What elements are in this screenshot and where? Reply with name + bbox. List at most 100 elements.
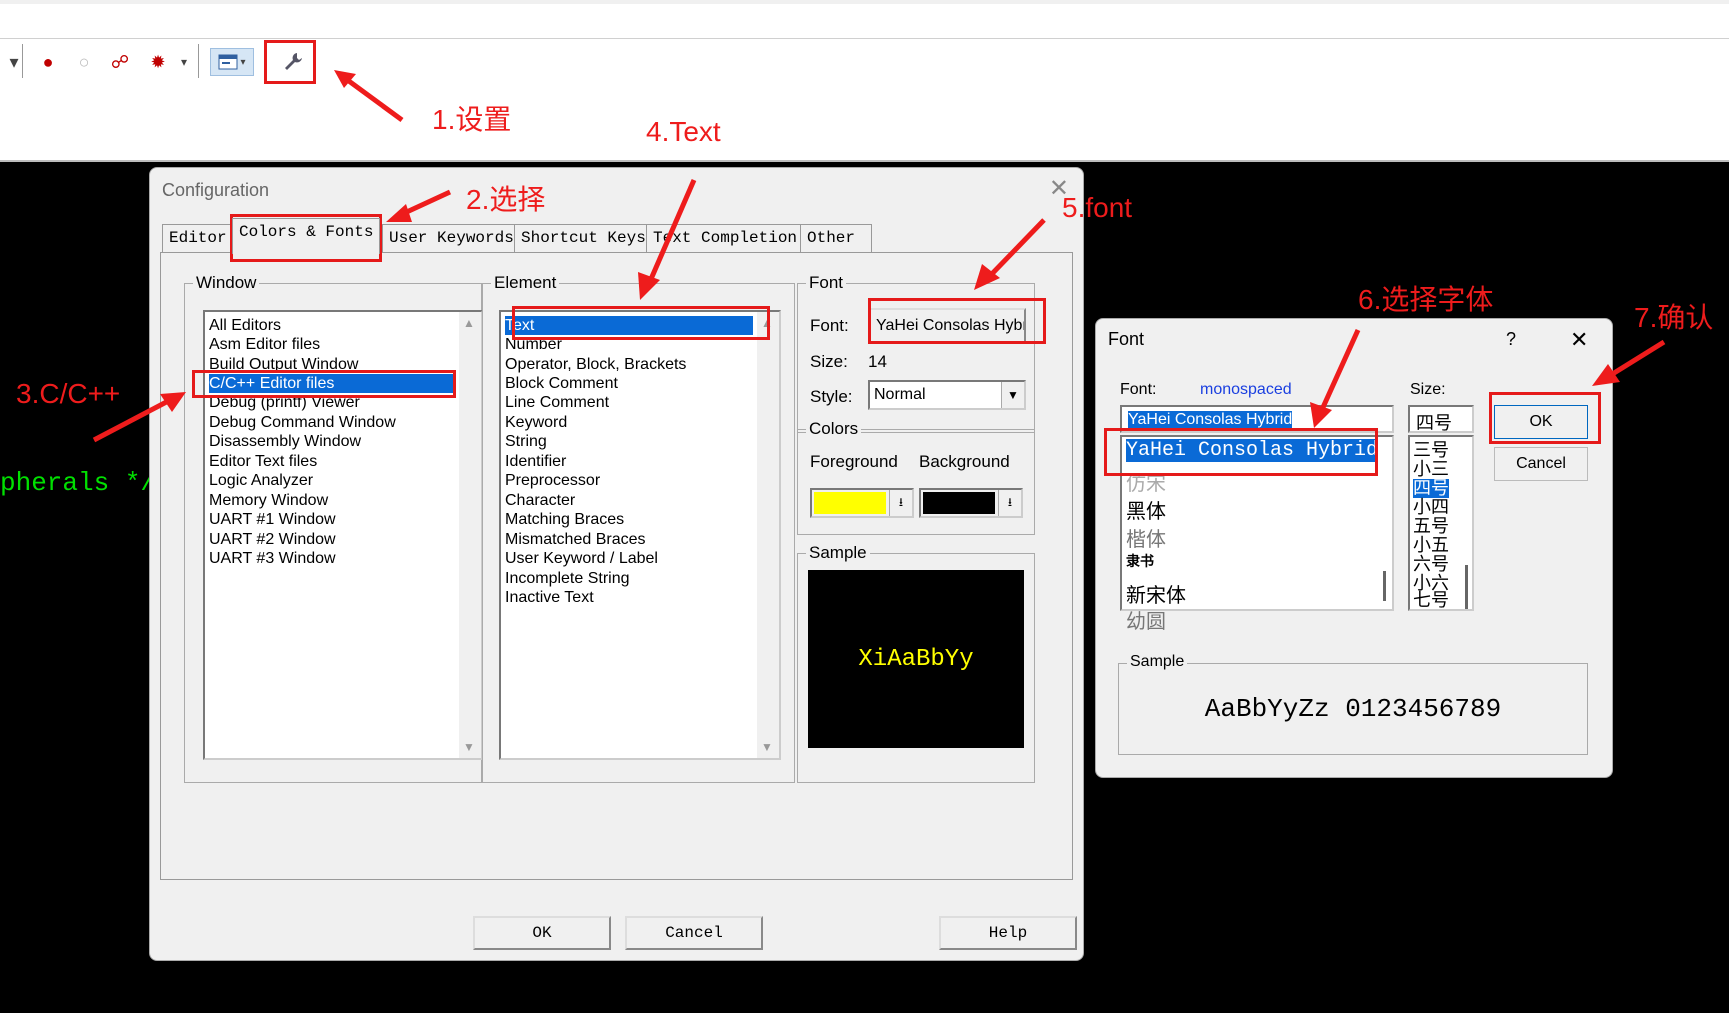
dialog-title: Configuration <box>162 180 270 200</box>
scroll-down-icon[interactable]: ▼ <box>761 740 773 754</box>
size-input[interactable]: 四号 <box>1408 405 1474 433</box>
annotation-arrow-4 <box>638 179 697 300</box>
style-value: Normal <box>874 386 926 403</box>
size-value: 14 <box>868 352 887 371</box>
list-item[interactable]: Memory Window <box>209 491 328 510</box>
list-item[interactable]: Inactive Text <box>505 588 594 607</box>
sample-group: Sample AaBbYyZz 0123456789 <box>1118 653 1588 755</box>
annotation-arrow-7 <box>1592 339 1666 386</box>
scrollbar-thumb[interactable] <box>1383 571 1386 601</box>
font-hint: monospaced <box>1200 381 1292 398</box>
list-item[interactable]: Line Comment <box>505 393 609 412</box>
highlight-ok-button <box>1489 392 1601 444</box>
chevron-down-icon[interactable]: ▼ <box>1001 382 1024 408</box>
list-item[interactable]: 八号 <box>1413 609 1449 610</box>
enable-disable-icon[interactable]: ✹ <box>144 48 172 76</box>
annotation-step1: 1.设置 <box>432 104 512 135</box>
list-item[interactable]: Character <box>505 491 575 510</box>
tab-colors-fonts[interactable]: Colors & Fonts <box>232 218 380 254</box>
list-item-selected[interactable]: 四号 <box>1413 479 1449 498</box>
ok-button[interactable]: OK <box>473 916 611 950</box>
scrollbar[interactable]: ▲ ▼ <box>757 312 779 758</box>
list-item[interactable]: Keyword <box>505 413 567 432</box>
size-listbox[interactable]: 三号 小三 四号 小四 五号 小五 六号 小六 七号 八号 <box>1408 435 1474 611</box>
list-item[interactable]: Editor Text files <box>209 452 317 471</box>
cancel-button[interactable]: Cancel <box>625 916 763 950</box>
annotation-arrow-1 <box>334 70 404 123</box>
list-item[interactable]: Block Comment <box>505 374 618 393</box>
foreground-swatch <box>814 492 886 514</box>
dropdown-arrow-icon[interactable]: ⭳ <box>889 490 912 516</box>
toolbar-separator <box>22 44 23 78</box>
list-item[interactable]: Incomplete String <box>505 569 630 588</box>
font-label: Font: <box>810 316 849 335</box>
sample-text: AaBbYyZz 0123456789 <box>1204 694 1502 724</box>
group-label: Font <box>806 273 847 293</box>
list-item[interactable]: Preprocessor <box>505 471 600 490</box>
size-label: Size: <box>810 352 848 371</box>
kill-breakpoints-icon[interactable]: ☍ <box>106 48 134 76</box>
list-item[interactable]: 小三 <box>1413 460 1449 479</box>
help-button[interactable]: Help <box>939 916 1077 950</box>
window-select-icon[interactable]: ▾ <box>210 48 254 76</box>
close-icon[interactable]: ✕ <box>1570 327 1588 353</box>
sample-group: Sample XiAaBbYy <box>797 543 1035 783</box>
list-item[interactable]: 隶书 <box>1126 551 1154 571</box>
highlight-cc-editor-files <box>192 370 456 398</box>
style-label: Style: <box>810 387 853 406</box>
list-item[interactable]: Logic Analyzer <box>209 471 313 490</box>
list-item[interactable]: 六号 <box>1413 555 1449 574</box>
tab-editor[interactable]: Editor <box>162 224 234 252</box>
list-item[interactable]: 幼圆 <box>1126 605 1166 634</box>
list-item[interactable]: Mismatched Braces <box>505 530 646 549</box>
list-item[interactable]: UART #2 Window <box>209 530 336 549</box>
annotation-step3: 3.C/C++ <box>16 378 121 409</box>
list-item[interactable]: Operator, Block, Brackets <box>505 355 686 374</box>
list-item[interactable]: 小五 <box>1413 536 1449 555</box>
toolbar <box>0 38 1729 126</box>
list-item[interactable]: User Keyword / Label <box>505 549 658 568</box>
element-listbox[interactable]: Text Number Operator, Block, Brackets Bl… <box>499 310 781 760</box>
highlight-settings-button <box>264 40 316 84</box>
list-item[interactable]: 新宋体 <box>1126 579 1186 608</box>
list-item[interactable]: 小四 <box>1413 498 1449 517</box>
foreground-color-picker[interactable]: ⭳ <box>810 488 914 518</box>
scrollbar-thumb[interactable] <box>1465 565 1468 609</box>
list-item[interactable]: 楷体 <box>1126 523 1166 552</box>
dropdown-arrow-icon[interactable]: ▾ <box>0 48 28 76</box>
tab-user-keywords[interactable]: User Keywords <box>382 224 521 252</box>
list-item[interactable]: 五号 <box>1413 517 1449 536</box>
font-input-value: YaHei Consolas Hybrid <box>1128 411 1293 428</box>
dropdown-arrow-icon[interactable]: ▾ <box>170 48 198 76</box>
tab-other[interactable]: Other <box>800 224 872 252</box>
list-item[interactable]: All Editors <box>209 316 281 335</box>
list-item[interactable]: UART #1 Window <box>209 510 336 529</box>
style-select[interactable]: Normal ▼ <box>868 380 1026 410</box>
dialog-title: Font <box>1108 329 1145 349</box>
tab-strip <box>0 124 1729 162</box>
list-item[interactable]: Matching Braces <box>505 510 624 529</box>
background-color-picker[interactable]: ⭳ <box>919 488 1023 518</box>
list-item[interactable]: 三号 <box>1413 441 1449 460</box>
list-item[interactable]: UART #3 Window <box>209 549 336 568</box>
scroll-down-icon[interactable]: ▼ <box>463 740 475 754</box>
window-group: Window All Editors Asm Editor files Buil… <box>184 273 483 783</box>
list-item[interactable]: Disassembly Window <box>209 432 361 451</box>
annotation-step2: 2.选择 <box>466 184 546 215</box>
help-icon[interactable]: ? <box>1506 329 1516 350</box>
annotation-step5: 5.font <box>1062 192 1133 223</box>
cancel-button[interactable]: Cancel <box>1494 447 1588 481</box>
scrollbar[interactable]: ▲ ▼ <box>459 312 481 758</box>
list-item[interactable]: Debug Command Window <box>209 413 396 432</box>
highlight-font-button <box>868 298 1046 344</box>
list-item[interactable]: String <box>505 432 547 451</box>
list-item[interactable]: Asm Editor files <box>209 335 320 354</box>
breakpoint-disabled-icon[interactable]: ○ <box>70 48 98 76</box>
list-item[interactable]: 黑体 <box>1126 495 1166 524</box>
list-item[interactable]: Identifier <box>505 452 566 471</box>
scroll-up-icon[interactable]: ▲ <box>463 316 475 330</box>
breakpoint-icon[interactable]: ● <box>34 48 62 76</box>
background-label: Background <box>919 452 1010 471</box>
dropdown-arrow-icon[interactable]: ⭳ <box>998 490 1021 516</box>
group-label: Window <box>193 273 260 293</box>
